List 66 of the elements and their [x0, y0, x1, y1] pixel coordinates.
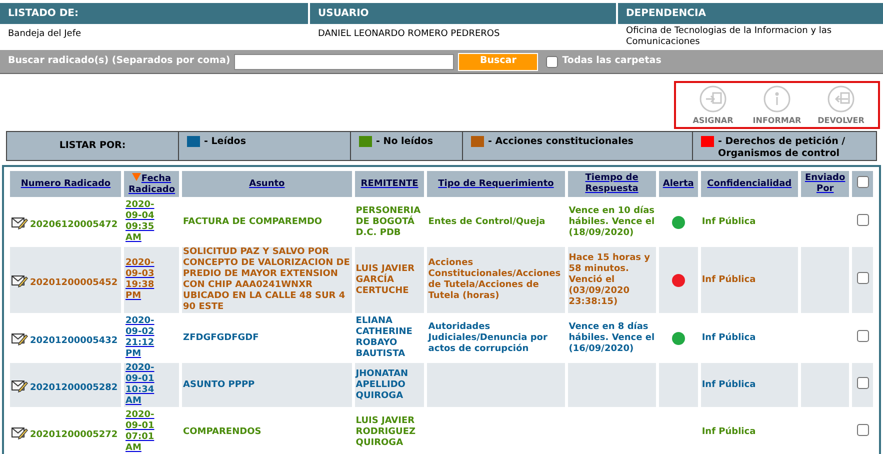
column-header[interactable]: Tiempo de Respuesta: [568, 171, 656, 197]
search-label: Buscar radicado(s) (Separados por coma): [8, 54, 230, 68]
legend-title: LISTAR POR:: [7, 132, 179, 160]
confidentiality-text: Inf Pública: [702, 216, 756, 226]
toolbar-button[interactable]: INFORMAR: [752, 85, 802, 127]
legend-label: - Derechos de petición / Organismos de control: [718, 136, 846, 160]
row-checkbox[interactable]: [856, 330, 869, 342]
checkbox-label: Todas las carpetas: [562, 54, 662, 68]
column-heading: LISTADO DE:: [0, 3, 308, 24]
confidentiality-text: Inf Pública: [702, 380, 756, 390]
select-all-checkbox[interactable]: [856, 176, 869, 188]
column-header[interactable]: Fecha Radicado: [124, 171, 180, 197]
row-checkbox[interactable]: [856, 272, 869, 284]
subject-text: ZFDGFGDFGDF: [183, 332, 259, 342]
confidentiality-text: Inf Pública: [702, 332, 756, 342]
column-header[interactable]: Asunto: [182, 171, 352, 197]
column-header[interactable]: Alerta: [658, 171, 698, 197]
search-field[interactable]: [234, 54, 454, 70]
legend-label: - Acciones constitucionales: [488, 136, 634, 148]
subject-text: COMPARENDOS: [183, 426, 262, 436]
date-link[interactable]: 2020-09-01 07:01 AM: [125, 410, 162, 454]
row-checkbox[interactable]: [856, 377, 869, 389]
toolbar-button[interactable]: DEVOLVER: [816, 85, 866, 127]
toolbar-button[interactable]: ASIGNAR: [688, 85, 738, 127]
sender-text: ELIANA CATHERINE ROBAYO BAUTISTA: [356, 316, 412, 359]
inform-icon: [763, 85, 791, 113]
header-value: DANIEL LEONARDO ROMERO PEDREROS: [317, 28, 501, 40]
column-header[interactable]: Enviado Por: [800, 171, 850, 197]
response-time-text: Vence en 8 días hábiles. Vence el (16/09/2020): [568, 322, 655, 354]
date-link[interactable]: 2020-09-04 09:35 AM: [125, 200, 162, 244]
column-header[interactable]: REMITENTE: [354, 171, 424, 197]
sender-text: PERSONERIA DE BOGOTÁ D.C. PDB: [356, 206, 421, 238]
legend-label: - No leídos: [376, 136, 433, 148]
legend-label: - Leídos: [204, 136, 246, 148]
date-link[interactable]: 2020-09-02 21:12 PM: [125, 316, 162, 360]
return-icon: [827, 85, 855, 113]
sender-text: LUIS JAVIER GARCÍA CERTUCHE: [356, 264, 415, 296]
row-checkbox[interactable]: [856, 424, 869, 436]
header-value: Bandeja del Jefe: [7, 28, 82, 40]
assign-icon: [699, 85, 727, 113]
radicado-number[interactable]: 20206120005472: [30, 214, 118, 230]
column-heading: USUARIO: [310, 3, 616, 24]
column-header[interactable]: Numero Radicado: [10, 171, 122, 197]
column-heading: DEPENDENCIA: [618, 3, 883, 24]
sender-text: LUIS JAVIER RODRIGUEZ QUIROGA: [356, 416, 416, 448]
radicado-number[interactable]: 20201200005272: [30, 424, 118, 440]
header-value: Oficina de Tecnologias de la Informacion y las Comunicaciones: [625, 25, 833, 49]
row-checkbox[interactable]: [856, 214, 869, 226]
request-type-text: Autoridades Judiciales/Denuncia por actos de corrupción: [428, 322, 548, 354]
column-header[interactable]: Tipo de Requerimiento: [427, 171, 565, 197]
request-type-text: Acciones Constitucionales/Acciones de Tutela/Acciones de Tutela (horas): [428, 258, 561, 301]
sort-icon: [132, 172, 142, 180]
sender-text: JHONATAN APELLIDO QUIROGA: [356, 368, 408, 400]
confidentiality-text: Inf Pública: [702, 274, 756, 284]
column-header[interactable]: Confidencialidad: [700, 171, 798, 197]
confidentiality-text: Inf Pública: [702, 426, 756, 436]
envelope-pencil-icon: [11, 378, 28, 392]
response-time-text: Vence en 10 días hábiles. Vence el (18/09/2020): [568, 206, 655, 238]
response-time-text: Hace 15 horas y 58 minutos. Venció el (03/09/2020 23:38:15): [568, 252, 650, 306]
radicado-number[interactable]: 20201200005432: [30, 330, 118, 346]
subject-text: ASUNTO PPPP: [183, 380, 255, 390]
envelope-pencil-icon: [11, 272, 28, 288]
subject-text: FACTURA DE COMPAREMDO: [183, 216, 322, 226]
all-folders-checkbox[interactable]: [546, 56, 558, 68]
request-type-text: Entes de Control/Queja: [428, 216, 546, 226]
subject-text: SOLICITUD PAZ Y SALVO POR CONCEPTO DE VALORIZACION DE PREDIO DE MAYOR EXTENSION CON CHIP AAA0241WNXR UBICADO EN LA CALLE 48 SUR 4 90 ESTE: [183, 247, 350, 312]
